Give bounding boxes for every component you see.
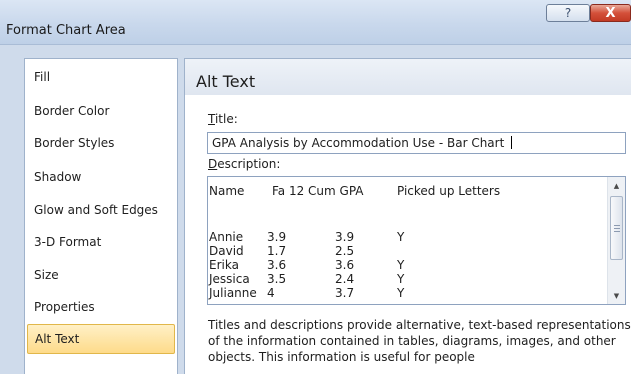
scroll-down-button[interactable]: ▼ bbox=[609, 288, 624, 303]
description-cell: 3.6 bbox=[267, 258, 287, 272]
title-bar: Format Chart Area ? X bbox=[0, 0, 631, 45]
text-caret bbox=[511, 136, 513, 149]
format-chart-area-dialog: Format Chart Area ? X Fill Border Color … bbox=[0, 0, 631, 374]
description-header-gpa: Fa 12 Cum GPA bbox=[272, 184, 364, 198]
help-icon: ? bbox=[564, 6, 572, 20]
description-cell: 4 bbox=[267, 286, 275, 300]
thumb-grip-icon bbox=[614, 225, 620, 226]
description-cell: Annie bbox=[209, 230, 244, 244]
description-label: Description: bbox=[208, 157, 280, 171]
description-cell: Jessica bbox=[209, 272, 250, 286]
help-button[interactable]: ? bbox=[546, 4, 590, 22]
nav-item-label: 3-D Format bbox=[34, 235, 102, 249]
alt-text-pane: Alt Text Title: GPA Analysis by Accommod… bbox=[184, 58, 631, 374]
nav-item-label: Glow and Soft Edges bbox=[34, 203, 158, 217]
pane-title: Alt Text bbox=[196, 72, 256, 91]
title-value: GPA Analysis by Accommodation Use - Bar … bbox=[212, 136, 509, 150]
nav-item-size[interactable]: Size bbox=[25, 261, 177, 289]
description-cell: Erika bbox=[209, 258, 239, 272]
description-header-letters: Picked up Letters bbox=[397, 184, 501, 198]
description-cell: 3.6 bbox=[335, 258, 355, 272]
description-label-rest: escription: bbox=[217, 157, 281, 171]
description-cell: Y bbox=[397, 230, 405, 244]
nav-item-label: Border Color bbox=[34, 104, 110, 118]
nav-item-label: Alt Text bbox=[35, 332, 80, 346]
description-cell: 3.7 bbox=[335, 286, 355, 300]
description-cell: 3.9 bbox=[335, 230, 355, 244]
description-cell: 2.4 bbox=[335, 272, 355, 286]
close-button[interactable]: X bbox=[590, 4, 631, 22]
category-list: Fill Border Color Border Styles Shadow G… bbox=[24, 58, 178, 374]
nav-item-border-color[interactable]: Border Color bbox=[25, 97, 177, 125]
thumb-grip-icon bbox=[614, 231, 620, 232]
nav-item-label: Border Styles bbox=[34, 136, 115, 150]
title-label: Title: bbox=[208, 112, 238, 126]
description-cell: Y bbox=[397, 286, 405, 300]
nav-item-shadow[interactable]: Shadow bbox=[25, 163, 177, 191]
help-text: Titles and descriptions provide alternat… bbox=[208, 318, 631, 364]
scroll-down-icon: ▼ bbox=[613, 291, 620, 300]
description-cell: Y bbox=[397, 272, 405, 286]
nav-item-properties[interactable]: Properties bbox=[25, 293, 177, 321]
title-label-rest: itle: bbox=[214, 112, 238, 126]
description-cell: 3.9 bbox=[267, 230, 287, 244]
description-cell: 1.7 bbox=[267, 244, 287, 258]
scroll-up-button[interactable]: ▲ bbox=[609, 178, 624, 193]
description-cell: David bbox=[209, 244, 244, 258]
description-scrollbar[interactable]: ▲ ▼ bbox=[607, 177, 625, 304]
description-cell: 2.5 bbox=[335, 244, 355, 258]
description-field[interactable]: Name Fa 12 Cum GPA Picked up Letters Ann… bbox=[207, 176, 626, 305]
description-header-name: Name bbox=[209, 184, 245, 198]
description-cell: Y bbox=[397, 258, 405, 272]
nav-item-label: Fill bbox=[34, 70, 51, 84]
scroll-thumb[interactable] bbox=[610, 196, 623, 260]
nav-item-fill[interactable]: Fill bbox=[25, 62, 177, 92]
nav-item-border-styles[interactable]: Border Styles bbox=[25, 129, 177, 157]
pane-header: Alt Text bbox=[185, 59, 631, 95]
nav-item-alt-text[interactable]: Alt Text bbox=[27, 324, 175, 354]
description-cell: Julianne bbox=[209, 286, 257, 300]
thumb-grip-icon bbox=[614, 228, 620, 229]
nav-item-label: Size bbox=[34, 268, 59, 282]
scroll-up-icon: ▲ bbox=[613, 181, 620, 190]
nav-item-3d-format[interactable]: 3-D Format bbox=[25, 227, 177, 257]
dialog-title: Format Chart Area bbox=[6, 23, 126, 38]
title-label-accesskey: T bbox=[208, 112, 215, 126]
close-icon: X bbox=[605, 5, 616, 21]
title-field[interactable]: GPA Analysis by Accommodation Use - Bar … bbox=[207, 132, 626, 154]
description-label-accesskey: D bbox=[208, 157, 218, 171]
nav-item-label: Properties bbox=[34, 300, 95, 314]
nav-item-label: Shadow bbox=[34, 170, 82, 184]
nav-item-glow-soft-edges[interactable]: Glow and Soft Edges bbox=[25, 195, 177, 225]
description-cell: 3.5 bbox=[267, 272, 287, 286]
